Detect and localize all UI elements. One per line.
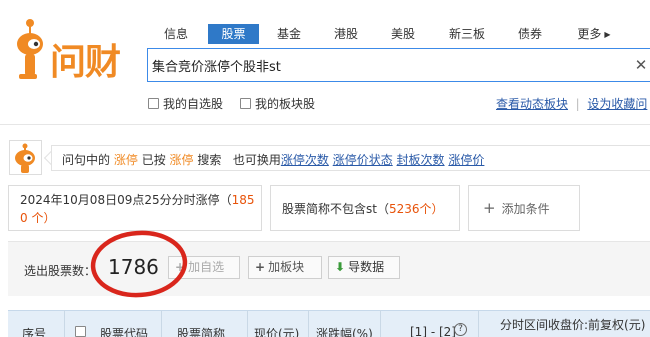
column-header[interactable]: 股票代码 — [100, 325, 148, 337]
column-header[interactable]: 现价(元) — [254, 325, 299, 337]
alt-term-link[interactable]: 涨停价状态 — [333, 153, 393, 167]
add-condition-label: 添加条件 — [501, 202, 550, 216]
alt-term-link[interactable]: 涨停次数 — [281, 153, 329, 167]
query-hint-bubble: 问句中的 涨停 已按 涨停 搜索 也可换用涨停次数 涨停价状态 封板次数 涨停价 — [51, 145, 650, 171]
divider: | — [571, 97, 584, 111]
my-stocks-checkbox[interactable] — [148, 98, 159, 109]
column-header[interactable]: 序号 — [22, 325, 46, 337]
save-favorite-link[interactable]: 设为收藏问 — [587, 97, 647, 111]
my-stocks-option[interactable]: 我的自选股 — [148, 95, 223, 112]
hint-prefix: 问句中的 — [62, 153, 111, 167]
my-stocks-label: 我的自选股 — [163, 97, 224, 111]
mascot-avatar-icon — [15, 143, 35, 173]
plus-icon: + — [255, 260, 266, 274]
my-sectors-label: 我的板块股 — [255, 97, 316, 111]
condition-count: 185 — [231, 193, 255, 207]
condition-text: 2024年10月08日09点25分分时涨停（ — [20, 193, 232, 207]
column-divider — [161, 310, 162, 337]
my-sectors-option[interactable]: 我的板块股 — [240, 95, 315, 112]
download-icon: ⬇ — [335, 260, 346, 274]
column-divider — [247, 310, 248, 337]
hint-search-word: 搜索 — [197, 153, 222, 167]
caret-right-icon: ▶ — [604, 30, 611, 39]
condition-count-suffix: 个） — [419, 202, 444, 216]
add-sector-button[interactable]: + 加板块 — [248, 256, 322, 279]
condition-text: 股票简称不包含st（ — [282, 202, 389, 216]
logo-text: 问财 — [50, 42, 121, 83]
alt-term-link[interactable]: 封板次数 — [397, 153, 445, 167]
dynamic-sectors-link[interactable]: 查看动态板块 — [496, 97, 568, 111]
select-all-checkbox[interactable] — [75, 326, 86, 337]
condition-count: 5236 — [388, 202, 420, 216]
tab-more[interactable]: 更多 ▶ — [568, 24, 620, 44]
add-condition-button[interactable]: + 添加条件 — [468, 185, 580, 231]
column-header[interactable]: 分时区间收盘价:前复权(元) — [500, 316, 645, 333]
help-icon[interactable]: ? — [454, 323, 467, 336]
search-input[interactable] — [152, 55, 622, 75]
search-box: ✕ — [147, 48, 650, 82]
clear-icon[interactable]: ✕ — [634, 56, 648, 74]
tab-us-stocks[interactable]: 美股 — [383, 24, 423, 44]
column-header[interactable]: 股票简称 — [177, 325, 225, 337]
my-sectors-checkbox[interactable] — [240, 98, 251, 109]
hint-middle: 已按 — [141, 153, 166, 167]
column-header[interactable]: 涨跌幅(%) — [316, 325, 373, 337]
column-divider — [308, 310, 309, 337]
column-divider — [380, 310, 381, 337]
hint-alt-text: 也可换用 — [232, 153, 281, 167]
condition-card[interactable]: 2024年10月08日09点25分分时涨停（185 0 个） — [8, 185, 262, 231]
assistant-avatar — [9, 140, 42, 175]
logo[interactable]: 问财 — [8, 14, 138, 86]
option-links: 查看动态板块 | 设为收藏问 — [496, 95, 647, 112]
export-data-button[interactable]: ⬇ 导数据 — [328, 256, 400, 279]
annotation-circle — [90, 230, 188, 298]
tab-neeq[interactable]: 新三板 — [442, 24, 492, 44]
condition-count-suffix: 0 个） — [20, 211, 56, 225]
plus-icon: + — [483, 199, 496, 217]
condition-card[interactable]: 股票简称不包含st（5236个） — [270, 185, 460, 231]
section-divider — [0, 124, 650, 125]
result-label: 选出股票数： — [24, 264, 97, 278]
mascot-logo-icon — [17, 19, 43, 79]
hint-term-applied: 涨停 — [169, 153, 194, 167]
tab-bonds[interactable]: 债券 — [510, 24, 550, 44]
column-header[interactable]: [1] - [2] — [410, 325, 456, 337]
tab-info[interactable]: 信息 — [157, 24, 195, 44]
tab-stocks[interactable]: 股票 — [208, 24, 259, 44]
column-divider — [478, 310, 479, 337]
hint-term: 涨停 — [113, 153, 138, 167]
column-divider — [64, 310, 65, 337]
alt-term-link[interactable]: 涨停价 — [448, 153, 484, 167]
tab-funds[interactable]: 基金 — [269, 24, 309, 44]
tab-hk-stocks[interactable]: 港股 — [326, 24, 366, 44]
